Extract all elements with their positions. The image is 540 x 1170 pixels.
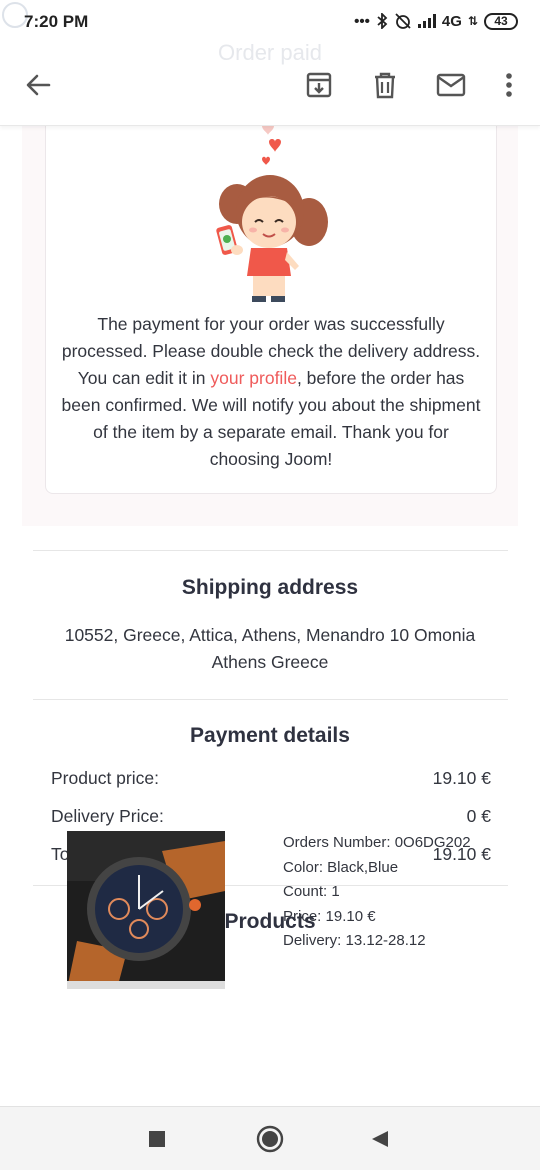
divider <box>33 699 508 700</box>
product-color: Color: Black,Blue <box>283 858 399 876</box>
payment-details-title: Payment details <box>190 724 350 747</box>
more-dots-icon: ••• <box>354 12 370 30</box>
archive-button[interactable] <box>302 68 336 102</box>
status-bar: 7:20 PM ••• 4G ⇅ 43 <box>0 0 540 44</box>
system-navigation-bar <box>0 1106 540 1170</box>
email-body[interactable]: The payment for your order was successfu… <box>0 126 540 1106</box>
payment-row-value: 19.10 € <box>432 768 491 788</box>
mail-icon <box>436 73 466 97</box>
network-type: 4G <box>441 12 462 30</box>
triangle-back-icon <box>372 1131 388 1147</box>
watch-illustration <box>67 831 225 989</box>
signal-icon <box>417 14 436 28</box>
data-arrows-icon: ⇅ <box>467 14 478 28</box>
order-number: Orders Number: 0O6DG202 <box>283 834 471 851</box>
product-price: Price: 19.10 € <box>283 907 376 925</box>
alarm-off-icon <box>395 13 411 29</box>
delete-button[interactable] <box>368 68 402 102</box>
home-button[interactable] <box>254 1123 286 1155</box>
payment-row-label: Product price: <box>51 768 159 788</box>
status-icons: ••• 4G ⇅ 43 <box>354 12 518 30</box>
product-count: Count: 1 <box>283 883 340 900</box>
bluetooth-icon <box>377 13 388 29</box>
battery-icon: 43 <box>484 12 518 30</box>
recents-button[interactable] <box>141 1123 173 1155</box>
payment-row-value: 0 € <box>466 806 491 826</box>
more-options-button[interactable] <box>492 68 526 102</box>
square-icon <box>149 1131 165 1147</box>
back-nav-button[interactable] <box>364 1123 396 1155</box>
your-profile-link[interactable]: your profile <box>210 368 297 388</box>
payment-row-delivery-price: Delivery Price: 0 € <box>51 806 491 827</box>
archive-icon <box>306 72 332 98</box>
more-vert-icon <box>506 73 512 97</box>
shipping-address-text: 10552, Greece, Attica, Athens, Menandro … <box>64 625 476 672</box>
payment-row-label: Delivery Price: <box>51 806 164 826</box>
trash-icon <box>375 72 395 99</box>
faded-page-title: Order paid <box>218 40 322 65</box>
home-circle-icon <box>256 1125 284 1153</box>
girl-with-phone-illustration <box>216 126 328 302</box>
status-time: 7:20 PM <box>24 12 89 31</box>
arrow-left-icon <box>26 74 51 96</box>
product-image-watch[interactable] <box>67 831 225 989</box>
product-delivery: Delivery: 13.12-28.12 <box>283 932 426 949</box>
mark-unread-button[interactable] <box>434 68 468 102</box>
divider <box>33 550 508 551</box>
back-button[interactable] <box>21 68 55 102</box>
payment-confirmation-message: The payment for your order was successfu… <box>58 311 484 473</box>
product-details: Orders Number: 0O6DG202 Color: Black,Blu… <box>283 831 471 954</box>
shipping-address-title: Shipping address <box>181 576 359 599</box>
payment-row-product-price: Product price: 19.10 € <box>51 768 491 789</box>
